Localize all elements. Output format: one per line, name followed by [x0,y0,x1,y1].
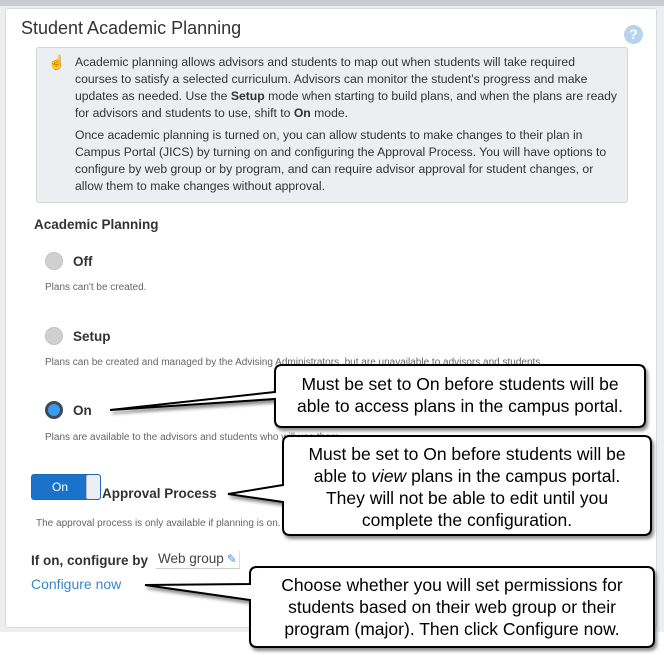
info-paragraph-2: Once academic planning is turned on, you… [75,128,607,193]
callout-2-line: Must be set to On before students will b… [308,444,626,464]
radio-option-setup[interactable]: Setup [45,327,111,345]
academic-planning-panel: Student Academic Planning ? ☝ Academic p… [5,8,657,628]
radio-button-off[interactable] [45,252,63,270]
radio-button-on[interactable] [45,401,63,419]
academic-planning-label: Academic Planning [34,217,159,232]
callout-2-text: Must be set to On before students will b… [284,443,650,531]
info-box: ☝ Academic planning allows advisors and … [36,47,628,203]
configure-now-link[interactable]: Configure now [31,576,121,592]
callout-2-text-part: able to [313,466,372,486]
callout-2-line: able to view plans in the campus portal. [284,465,650,487]
callout-2-line: They will not be able to edit until you [325,488,609,508]
pencil-icon[interactable]: ✎ [227,552,237,566]
question-circle-icon[interactable]: ? [624,25,643,44]
hint-off: Plans can't be created. [45,282,147,293]
approval-hint: The approval process is only available i… [36,518,281,529]
hint-setup: Plans can be created and managed by the … [45,357,544,368]
callout-3-line: students based on their web group or the… [288,597,616,617]
configure-by-value: Web group [158,551,224,566]
top-bar [0,0,664,6]
toggle-on-label: On [51,480,68,494]
radio-label-setup: Setup [73,328,111,344]
callout-2-emphasis: view [371,466,407,486]
radio-label-off: Off [73,253,93,269]
callout-3-line: program (major). Then click Configure no… [284,619,620,639]
panel-title: Student Academic Planning [21,18,242,38]
configure-by-select[interactable]: Web group ✎ [156,551,240,569]
callout-1-line: able to access plans in the campus porta… [297,396,623,416]
radio-button-setup[interactable] [45,327,63,345]
configure-by-row: If on, configure by Web group ✎ [31,551,240,569]
radio-label-on: On [73,402,92,418]
info-text: mode. [310,106,349,120]
callout-2-line: complete the configuration. [361,510,573,530]
callout-2-text-part: plans in the campus portal. [406,466,621,486]
info-on-emphasis: On [293,106,311,120]
radio-option-off[interactable]: Off [45,252,93,270]
toggle-knob[interactable] [86,475,100,499]
callout-1-line: Must be set to On before students will b… [301,374,619,394]
hint-on: Plans are available to the advisors and … [45,432,342,443]
approval-process-toggle[interactable]: On [31,474,101,500]
callout-3-line: Choose whether you will set permissions … [281,575,623,595]
approval-process-label: Approval Process [102,486,217,501]
info-paragraph-1: Academic planning allows advisors and st… [75,54,617,122]
info-setup-emphasis: Setup [230,89,265,103]
hand-pointer-icon: ☝ [48,54,66,70]
configure-by-label: If on, configure by [31,552,148,568]
callout-1-text: Must be set to On before students will b… [276,373,644,417]
callout-3-text: Choose whether you will set permissions … [251,574,653,640]
radio-option-on[interactable]: On [45,401,92,419]
